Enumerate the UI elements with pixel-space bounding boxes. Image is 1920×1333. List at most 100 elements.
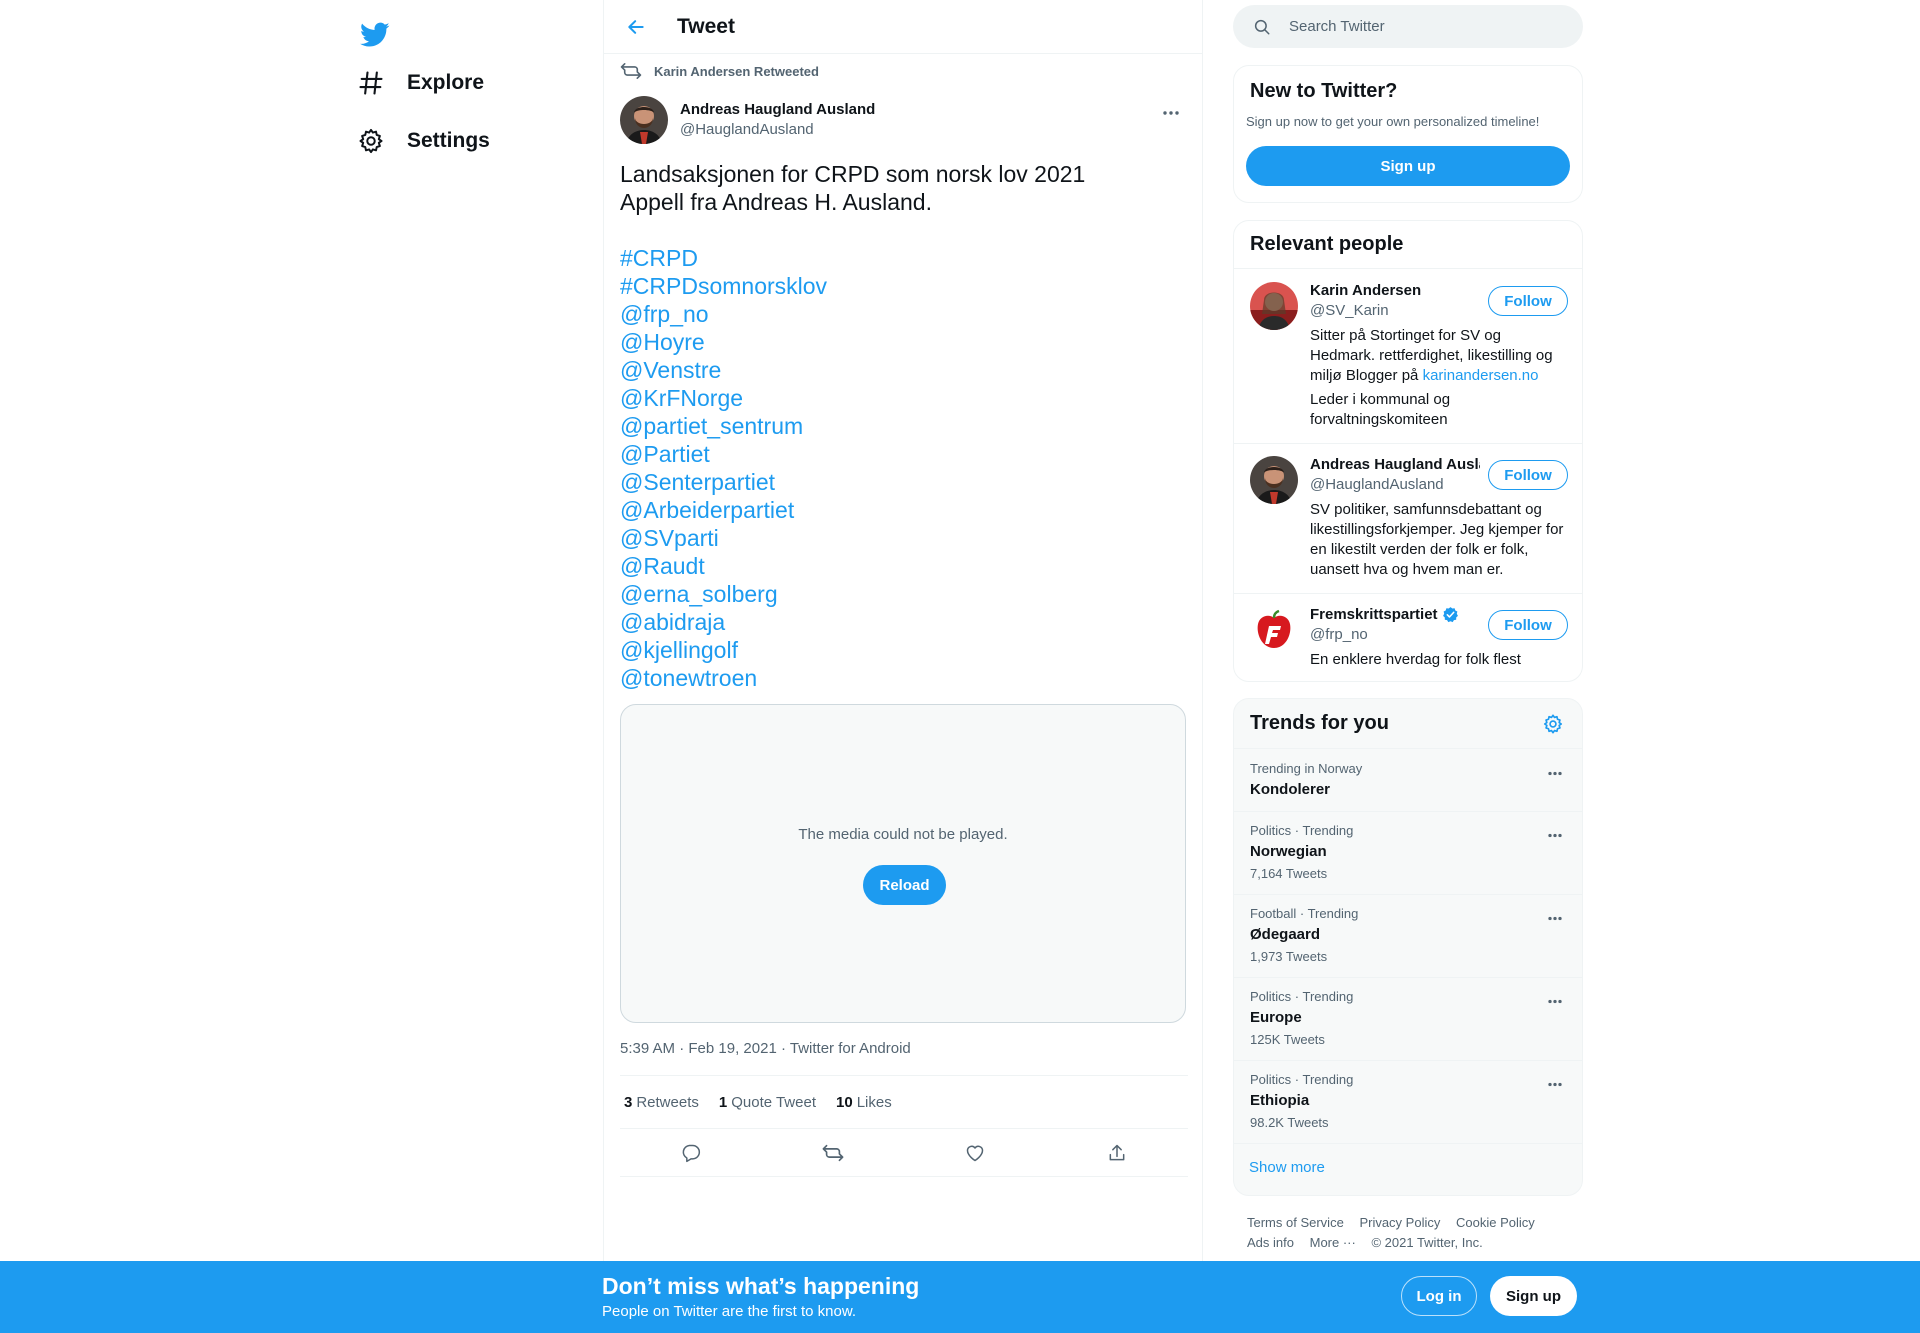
person-item[interactable]: Fremskrittspartiet @frp_no En enklere hv… — [1234, 594, 1582, 681]
nav-explore[interactable]: Explore — [345, 57, 496, 109]
like-button[interactable] — [957, 1135, 993, 1171]
mention-link[interactable]: @SVparti — [620, 524, 1188, 552]
signup-button[interactable]: Sign up — [1490, 1276, 1577, 1316]
hashtag-link[interactable]: #CRPDsomnorsklov — [620, 272, 1188, 300]
mention-link[interactable]: @Partiet — [620, 440, 1188, 468]
retweet-icon — [822, 1144, 844, 1161]
mention-link[interactable]: @kjellingolf — [620, 636, 1188, 664]
back-button[interactable] — [618, 9, 654, 45]
verified-badge-icon — [1442, 607, 1458, 623]
share-button[interactable] — [1099, 1135, 1135, 1171]
trends-settings-button[interactable] — [1538, 709, 1568, 739]
trend-more-button[interactable] — [1540, 986, 1570, 1016]
sidebar-signup-button[interactable]: Sign up — [1246, 146, 1570, 186]
footer-link[interactable]: More ··· — [1310, 1235, 1356, 1250]
reply-button[interactable] — [673, 1135, 709, 1171]
bio-link[interactable]: karinandersen.no — [1423, 367, 1539, 384]
mention-link[interactable]: @abidraja — [620, 608, 1188, 636]
tweet-stats: 3 Retweets 1 Quote Tweet 10 Likes — [620, 1075, 1188, 1129]
search-input[interactable] — [1289, 18, 1549, 35]
mention-link[interactable]: @Arbeiderpartiet — [620, 496, 1188, 524]
retweet-context-label: Karin Andersen Retweeted — [654, 63, 819, 79]
trend-item[interactable]: Football · Trending Ødegaard 1,973 Tweet… — [1234, 895, 1582, 978]
search-box[interactable] — [1233, 5, 1583, 48]
mention-link[interactable]: @erna_solberg — [620, 580, 1188, 608]
tweet-actions — [620, 1129, 1188, 1177]
relevant-people-title: Relevant people — [1250, 233, 1404, 255]
trend-name: Ethiopia — [1250, 1092, 1310, 1109]
likes-stat[interactable]: 10 Likes — [836, 1094, 892, 1111]
trend-item[interactable]: Politics · Trending Europe 125K Tweets — [1234, 978, 1582, 1061]
trend-item[interactable]: Trending in Norway Kondolerer — [1234, 750, 1582, 812]
login-button[interactable]: Log in — [1401, 1276, 1477, 1316]
mention-link[interactable]: @Hoyre — [620, 328, 1188, 356]
gear-icon — [1543, 713, 1563, 734]
footer-link[interactable]: Terms of Service — [1247, 1215, 1344, 1230]
tweet-date[interactable]: Feb 19, 2021 — [688, 1040, 776, 1057]
mention-link[interactable]: @frp_no — [620, 300, 1188, 328]
tweet-detail-column: Tweet Karin Andersen Retweeted Andreas H… — [603, 0, 1203, 1333]
follow-button[interactable]: Follow — [1488, 610, 1568, 640]
author-avatar[interactable] — [620, 96, 668, 144]
follow-button[interactable]: Follow — [1488, 286, 1568, 316]
trend-more-button[interactable] — [1540, 820, 1570, 850]
person-item[interactable]: Andreas Haugland Ausland @HauglandAuslan… — [1234, 444, 1582, 594]
trend-item[interactable]: Politics · Trending Norwegian 7,164 Twee… — [1234, 812, 1582, 895]
tweet-author: Andreas Haugland Ausland @HauglandAuslan… — [620, 96, 1188, 146]
trend-more-button[interactable] — [1540, 903, 1570, 933]
footer-link[interactable]: Privacy Policy — [1359, 1215, 1440, 1230]
more-dots-icon — [1548, 771, 1562, 775]
retweets-stat[interactable]: 3 Retweets — [624, 1094, 699, 1111]
person-avatar[interactable] — [1250, 456, 1298, 504]
trend-name: Europe — [1250, 1009, 1302, 1026]
mention-link[interactable]: @partiet_sentrum — [620, 412, 1188, 440]
trend-more-button[interactable] — [1540, 1069, 1570, 1099]
trend-item[interactable]: Politics · Trending Ethiopia 98.2K Tweet… — [1234, 1061, 1582, 1144]
media-player[interactable]: The media could not be played. Reload — [620, 704, 1186, 1023]
tweet-time[interactable]: 5:39 AM — [620, 1040, 675, 1057]
show-more-link[interactable]: Show more — [1249, 1159, 1325, 1176]
person-name[interactable]: Andreas Haugland Ausland — [1310, 456, 1480, 473]
person-avatar[interactable] — [1250, 282, 1298, 330]
likes-label: Likes — [856, 1093, 892, 1111]
person-name[interactable]: Fremskrittspartiet — [1310, 606, 1459, 623]
person-handle[interactable]: @HauglandAusland — [1310, 476, 1444, 493]
banner-title: Don’t miss what’s happening — [602, 1273, 920, 1299]
retweet-context[interactable]: Karin Andersen Retweeted — [620, 62, 819, 80]
follow-button[interactable]: Follow — [1488, 460, 1568, 490]
likes-count: 10 — [836, 1093, 853, 1111]
twitter-bird-icon[interactable] — [350, 10, 400, 60]
nav-settings[interactable]: Settings — [345, 115, 502, 167]
reload-button[interactable]: Reload — [863, 865, 946, 905]
author-name[interactable]: Andreas Haugland Ausland — [680, 100, 875, 120]
hashtag-link[interactable]: #CRPD — [620, 244, 1188, 272]
trend-count: 125K Tweets — [1250, 1032, 1325, 1047]
footer-link[interactable]: Ads info — [1247, 1235, 1294, 1250]
quote-tweets-stat[interactable]: 1 Quote Tweet — [719, 1094, 816, 1111]
mention-link[interactable]: @KrFNorge — [620, 384, 1188, 412]
trends-title: Trends for you — [1250, 712, 1389, 734]
tweet-source[interactable]: Twitter for Android — [790, 1040, 911, 1057]
person-avatar[interactable] — [1250, 606, 1298, 654]
mention-link[interactable]: @Raudt — [620, 552, 1188, 580]
copyright: © 2021 Twitter, Inc. — [1371, 1235, 1483, 1250]
more-options-button[interactable] — [1154, 96, 1188, 130]
footer-link[interactable]: Cookie Policy — [1456, 1215, 1535, 1230]
person-handle[interactable]: @frp_no — [1310, 626, 1368, 643]
mention-link[interactable]: @Senterpartiet — [620, 468, 1188, 496]
new-to-twitter-title: New to Twitter? — [1250, 80, 1398, 102]
banner-subtitle: People on Twitter are the first to know. — [602, 1303, 857, 1320]
trend-more-button[interactable] — [1540, 758, 1570, 788]
retweet-button[interactable] — [815, 1135, 851, 1171]
mention-link[interactable]: @tonewtroen — [620, 664, 1188, 692]
trend-context: Politics · Trending — [1250, 989, 1354, 1004]
trend-count: 7,164 Tweets — [1250, 866, 1328, 881]
person-item[interactable]: Karin Andersen @SV_Karin Sitter på Stort… — [1234, 270, 1582, 444]
new-to-twitter-subtitle: Sign up now to get your own personalized… — [1246, 114, 1540, 129]
person-handle[interactable]: @SV_Karin — [1310, 302, 1389, 319]
person-name[interactable]: Karin Andersen — [1310, 282, 1421, 299]
mention-link[interactable]: @Venstre — [620, 356, 1188, 384]
reply-icon — [682, 1144, 701, 1162]
person-bio-extra: Leder i kommunal og forvaltningskomiteen — [1310, 391, 1451, 428]
author-handle[interactable]: @HauglandAusland — [680, 120, 875, 140]
